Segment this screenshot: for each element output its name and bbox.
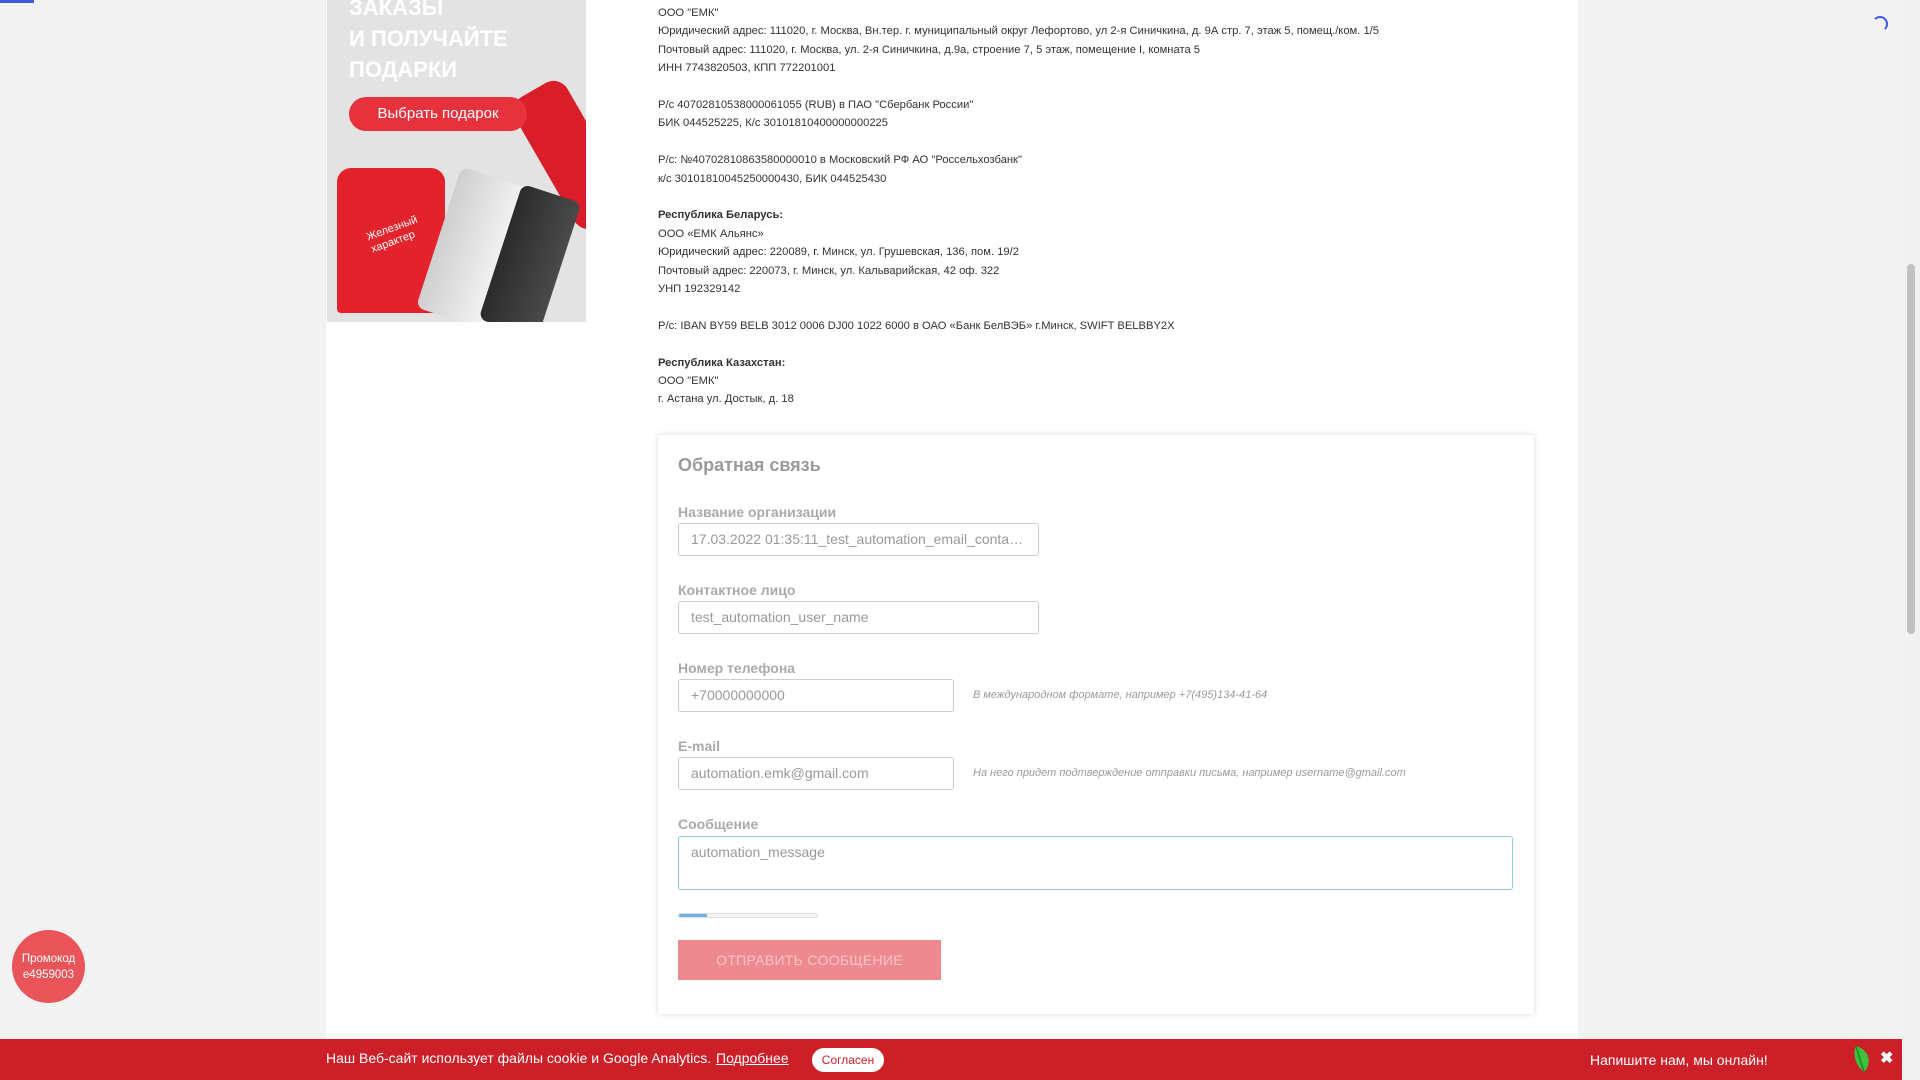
email-input[interactable]: automation.emk@gmail.com xyxy=(678,757,954,790)
leaf-icon xyxy=(1854,1045,1869,1073)
req-line: БИК 044525225, К/с 30101810400000000225 xyxy=(658,117,888,130)
choose-gift-button[interactable]: Выбрать подарок xyxy=(349,97,527,131)
page-scrollbar[interactable] xyxy=(1902,0,1920,1080)
send-message-button[interactable]: ОТПРАВИТЬ СООБЩЕНИЕ xyxy=(678,940,941,980)
promo-label: Промокод xyxy=(21,952,76,965)
req-line: Юридический адрес: 111020, г. Москва, Вн… xyxy=(658,25,1380,38)
kazakhstan-heading: Республика Казахстан: xyxy=(658,356,786,369)
req-line: ООО «ЕМК Альянс» xyxy=(658,227,764,240)
promo-code-bubble[interactable]: Промокод e4959003 xyxy=(12,930,85,1003)
promo-code: e4959003 xyxy=(22,968,75,981)
contact-label: Контактное лицо xyxy=(678,582,796,598)
feedback-form: Обратная связь Название организации 17.0… xyxy=(658,435,1534,1014)
req-line: к/с 30101810045250000430, БИК 044525430 xyxy=(658,172,887,185)
email-hint: На него придет подтверждение отправки пи… xyxy=(973,767,1406,779)
loading-spinner-icon xyxy=(1872,16,1888,32)
message-label: Сообщение xyxy=(678,816,759,832)
upload-progress-bar xyxy=(678,913,818,918)
chat-widget[interactable]: Напишите нам, мы онлайн! ✖ xyxy=(1576,1040,1902,1080)
feedback-title: Обратная связь xyxy=(678,455,821,475)
org-label: Название организации xyxy=(678,504,837,520)
req-line: Р/с 40702810538000061055 (RUB) в ПАО "Сб… xyxy=(658,99,974,112)
req-line: ИНН 7743820503, КПП 772201001 xyxy=(658,62,836,75)
req-line: ООО "ЕМК" xyxy=(658,375,719,388)
req-line: Юридический адрес: 220089, г. Минск, ул.… xyxy=(658,246,1019,259)
chat-text: Напишите нам, мы онлайн! xyxy=(1590,1052,1768,1068)
promo-banner[interactable]: ЗАКАЗЫ И ПОЛУЧАЙТЕ ПОДАРКИ Выбрать подар… xyxy=(327,0,586,322)
phone-input[interactable]: +70000000000 xyxy=(678,679,954,712)
req-line: ООО "ЕМК" xyxy=(658,7,719,19)
email-label: E-mail xyxy=(678,738,721,754)
top-left-tab[interactable] xyxy=(0,0,34,3)
close-icon[interactable]: ✖ xyxy=(1880,1048,1893,1068)
org-input[interactable]: 17.03.2022 01:35:11_test_automation_emai… xyxy=(678,523,1039,556)
company-requisites: ООО "ЕМК" Юридический адрес: 111020, г. … xyxy=(658,4,1518,409)
phone-hint: В международном формате, например +7(495… xyxy=(973,689,1268,701)
banner-title-line-2: И ПОЛУЧАЙТЕ xyxy=(349,26,508,51)
cookie-more-link[interactable]: Подробнее xyxy=(716,1050,789,1066)
req-line: Почтовый адрес: 111020, г. Москва, ул. 2… xyxy=(658,43,1200,56)
progress-fill xyxy=(679,914,707,917)
cookie-text: Наш Веб-сайт использует файлы cookie и G… xyxy=(326,1050,712,1066)
req-line: г. Астана ул. Достык, д. 18 xyxy=(658,393,794,406)
message-textarea[interactable]: automation_message xyxy=(678,836,1513,890)
req-line: Р/с: IBAN BY59 BELB 3012 0006 DJ00 1022 … xyxy=(658,319,1175,332)
phone-label: Номер телефона xyxy=(678,660,796,676)
contact-input[interactable]: test_automation_user_name xyxy=(678,601,1039,634)
req-line: Почтовый адрес: 220073, г. Минск, ул. Ка… xyxy=(658,264,1000,277)
banner-title-line-1: ЗАКАЗЫ xyxy=(349,0,444,20)
banner-title: ЗАКАЗЫ И ПОЛУЧАЙТЕ ПОДАРКИ xyxy=(349,0,508,85)
req-line: УНП 192329142 xyxy=(658,283,741,296)
banner-title-line-3: ПОДАРКИ xyxy=(349,57,458,82)
cookie-accept-button[interactable]: Согласен xyxy=(812,1048,884,1072)
belarus-heading: Республика Беларусь: xyxy=(658,209,784,222)
req-line: Р/с: №40702810863580000010 в Московский … xyxy=(658,154,1022,167)
scrollbar-thumb[interactable] xyxy=(1907,264,1915,634)
